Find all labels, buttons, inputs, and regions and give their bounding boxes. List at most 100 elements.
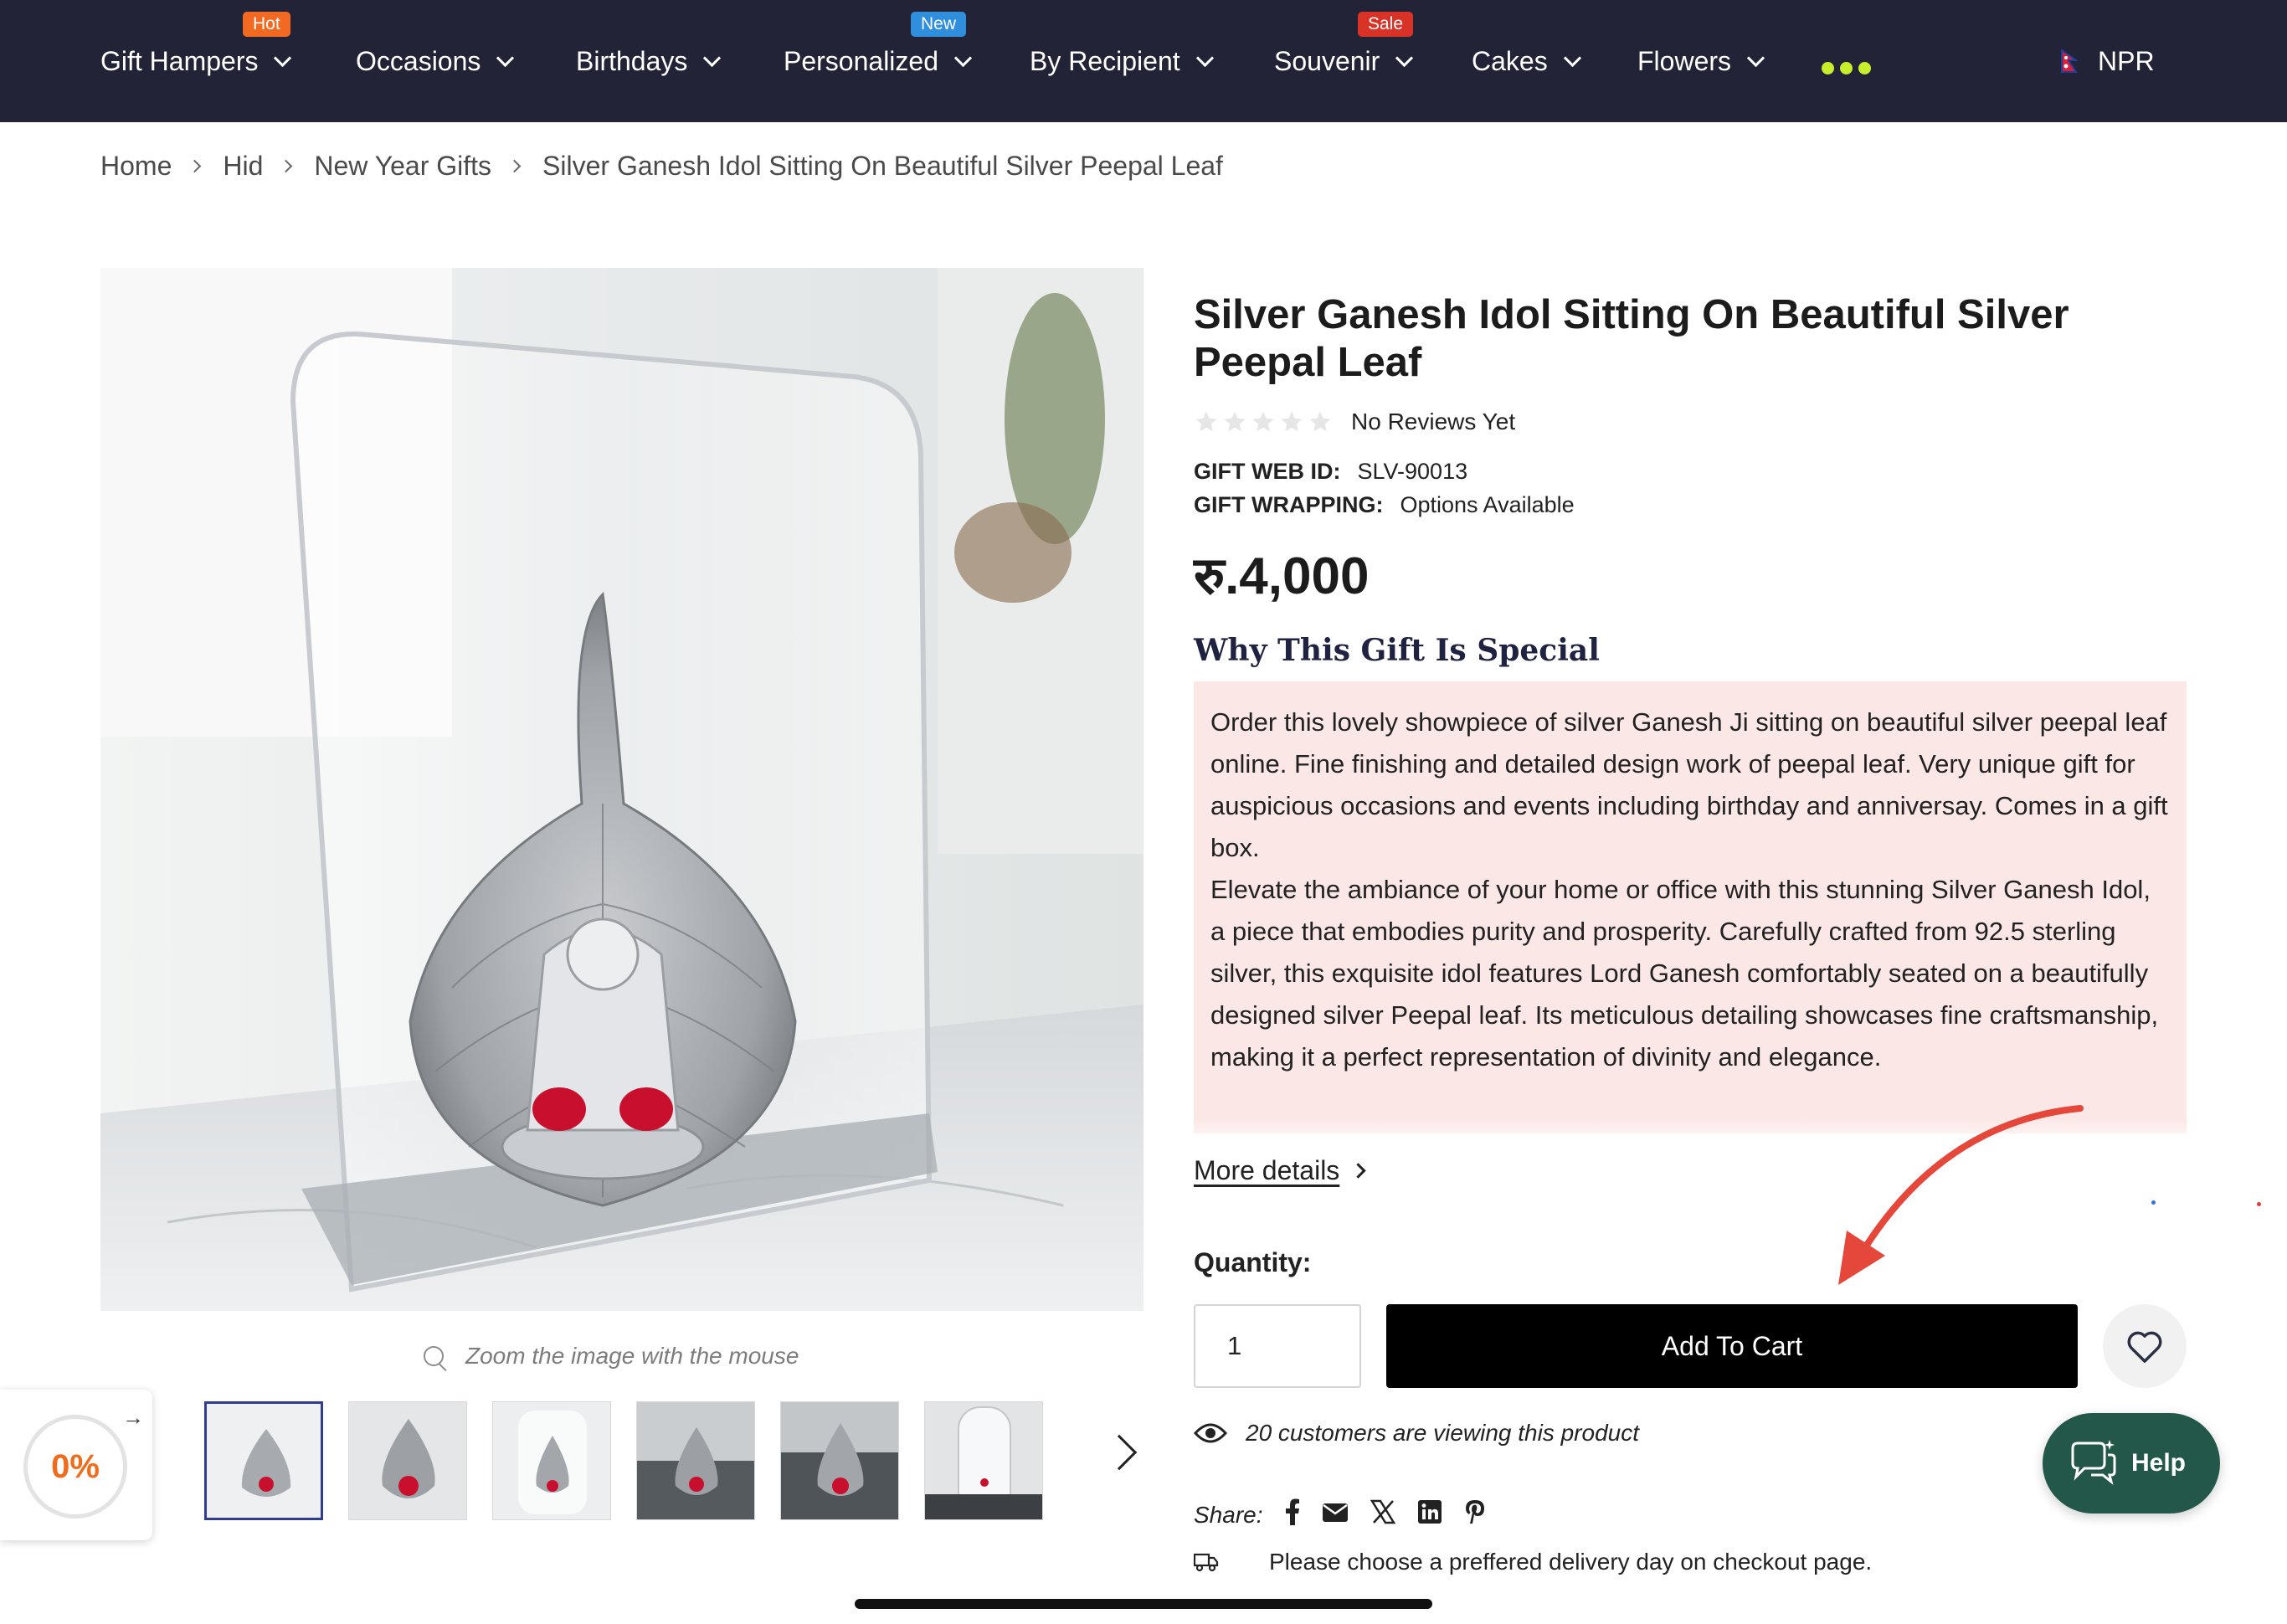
nav-item-souvenir[interactable]: Sale Souvenir	[1274, 12, 1414, 80]
nav-label: Personalized	[784, 45, 938, 76]
thumbnail-next-arrow-icon[interactable]	[1101, 1434, 1138, 1471]
description-paragraph-2: Elevate the ambiance of your home or off…	[1210, 875, 2159, 1072]
chevron-down-icon	[1195, 49, 1214, 67]
thumbnail-4[interactable]	[636, 1401, 755, 1520]
nav-label: Birthdays	[576, 45, 688, 76]
top-navigation: Hot Gift Hampers Occasions Birthdays New…	[0, 0, 2287, 122]
home-indicator	[855, 1599, 1432, 1609]
delivery-notice: Please choose a preffered delivery day o…	[1194, 1549, 1872, 1575]
rating-stars	[1194, 409, 1333, 434]
product-rating[interactable]: No Reviews Yet	[1194, 409, 1515, 435]
help-button[interactable]: Help	[2043, 1413, 2220, 1514]
delivery-text: Please choose a preffered delivery day o…	[1269, 1549, 1873, 1575]
currency-label: NPR	[2098, 45, 2155, 76]
promo-value: 0%	[51, 1447, 100, 1485]
currency-selector[interactable]: NPR	[2061, 42, 2155, 80]
nav-item-occasions[interactable]: Occasions	[356, 42, 515, 80]
nav-item-by-recipient[interactable]: By Recipient	[1030, 42, 1214, 80]
add-to-cart-button[interactable]: Add To Cart	[1386, 1304, 2078, 1388]
gift-wrapping-label: GIFT WRAPPING:	[1194, 492, 1384, 517]
chevron-down-icon	[1746, 49, 1765, 67]
viewers-notice: 20 customers are viewing this product	[1194, 1420, 1639, 1447]
chevron-right-icon	[280, 159, 293, 173]
help-label: Help	[2131, 1449, 2187, 1477]
new-badge: New	[911, 12, 967, 37]
hot-badge: Hot	[243, 12, 290, 37]
chevron-right-icon	[507, 159, 522, 173]
nav-label: Gift Hampers	[100, 45, 259, 76]
share-bar: Share:	[1194, 1498, 1486, 1531]
nav-label: Souvenir	[1274, 45, 1380, 76]
nav-label: Flowers	[1637, 45, 1732, 76]
share-icons	[1285, 1498, 1486, 1531]
star-empty-icon	[1281, 411, 1303, 432]
gift-web-id-label: GIFT WEB ID:	[1194, 459, 1341, 484]
nav-label: Cakes	[1472, 45, 1548, 76]
linkedin-icon[interactable]	[1417, 1499, 1442, 1530]
nav-item-flowers[interactable]: Flowers	[1637, 42, 1765, 80]
gift-wrapping-value: Options Available	[1400, 492, 1575, 517]
gift-web-id-value: SLV-90013	[1357, 459, 1468, 484]
breadcrumb-current: Silver Ganesh Idol Sitting On Beautiful …	[542, 151, 1223, 181]
chevron-down-icon	[703, 49, 722, 67]
nav-item-cakes[interactable]: Cakes	[1472, 42, 1581, 80]
quantity-input[interactable]	[1194, 1304, 1361, 1388]
quantity-label: Quantity:	[1194, 1247, 1312, 1277]
promo-widget[interactable]: → 0%	[0, 1390, 152, 1540]
more-details-label: More details	[1194, 1155, 1340, 1185]
breadcrumb: Home Hid New Year Gifts Silver Ganesh Id…	[100, 151, 1223, 182]
ganesh-idol-photo	[100, 268, 1144, 1311]
thumbnail-3[interactable]	[492, 1401, 611, 1520]
breadcrumb-hid[interactable]: Hid	[223, 151, 263, 182]
product-title: Silver Ganesh Idol Sitting On Beautiful …	[1194, 292, 2069, 385]
email-icon[interactable]	[1322, 1502, 1349, 1529]
star-empty-icon	[1252, 411, 1274, 432]
decorative-dot	[2151, 1200, 2156, 1205]
product-price: रु.4,000	[1194, 547, 1370, 605]
magnifier-icon	[424, 1346, 444, 1366]
more-dots-icon[interactable]	[1822, 62, 1871, 75]
annotation-arrow-icon	[1838, 1105, 2084, 1285]
breadcrumb-new-year-gifts[interactable]: New Year Gifts	[314, 151, 491, 182]
chevron-down-icon	[496, 49, 515, 67]
chevron-down-icon	[1395, 49, 1414, 67]
product-main-image[interactable]	[100, 268, 1144, 1311]
eye-icon	[1194, 1423, 1227, 1443]
nepal-flag-icon	[2061, 49, 2078, 73]
chevron-right-icon	[1350, 1163, 1366, 1179]
zoom-hint: Zoom the image with the mouse	[424, 1343, 799, 1370]
thumbnail-5[interactable]	[780, 1401, 899, 1520]
promo-progress-ring: 0%	[23, 1415, 127, 1519]
wishlist-button[interactable]	[2103, 1304, 2187, 1388]
nav-item-gift-hampers[interactable]: Hot Gift Hampers	[100, 12, 292, 80]
description-paragraph-1: Order this lovely showpiece of silver Ga…	[1210, 707, 2168, 862]
share-label: Share:	[1194, 1501, 1263, 1528]
heart-icon	[2127, 1331, 2162, 1363]
nav-item-birthdays[interactable]: Birthdays	[576, 42, 722, 80]
product-description: Order this lovely showpiece of silver Ga…	[1194, 681, 2187, 1133]
facebook-icon[interactable]	[1285, 1498, 1300, 1531]
pinterest-icon[interactable]	[1464, 1498, 1486, 1531]
chevron-down-icon	[953, 49, 973, 67]
x-icon[interactable]	[1370, 1499, 1395, 1530]
gift-wrapping-row: GIFT WRAPPING: Options Available	[1194, 492, 1575, 518]
star-empty-icon	[1309, 411, 1331, 432]
chevron-down-icon	[274, 49, 292, 67]
decorative-dot	[2257, 1202, 2261, 1206]
breadcrumb-home[interactable]: Home	[100, 151, 172, 182]
chevron-right-icon	[188, 159, 202, 173]
nav-label: Occasions	[356, 45, 481, 76]
nav-item-personalized[interactable]: New Personalized	[784, 12, 973, 80]
more-details-link[interactable]: More details	[1194, 1155, 1366, 1186]
nav-label: By Recipient	[1030, 45, 1180, 76]
thumbnail-6[interactable]	[924, 1401, 1043, 1520]
gift-web-id-row: GIFT WEB ID: SLV-90013	[1194, 459, 1467, 485]
why-special-heading: Why This Gift Is Special	[1194, 633, 1600, 668]
star-empty-icon	[1224, 411, 1246, 432]
thumbnail-2[interactable]	[348, 1401, 467, 1520]
reviews-count: No Reviews Yet	[1351, 409, 1516, 434]
arrow-right-icon: →	[122, 1405, 144, 1430]
viewers-text: 20 customers are viewing this product	[1246, 1420, 1639, 1446]
thumbnail-1[interactable]	[204, 1401, 323, 1520]
sale-badge: Sale	[1358, 12, 1414, 37]
